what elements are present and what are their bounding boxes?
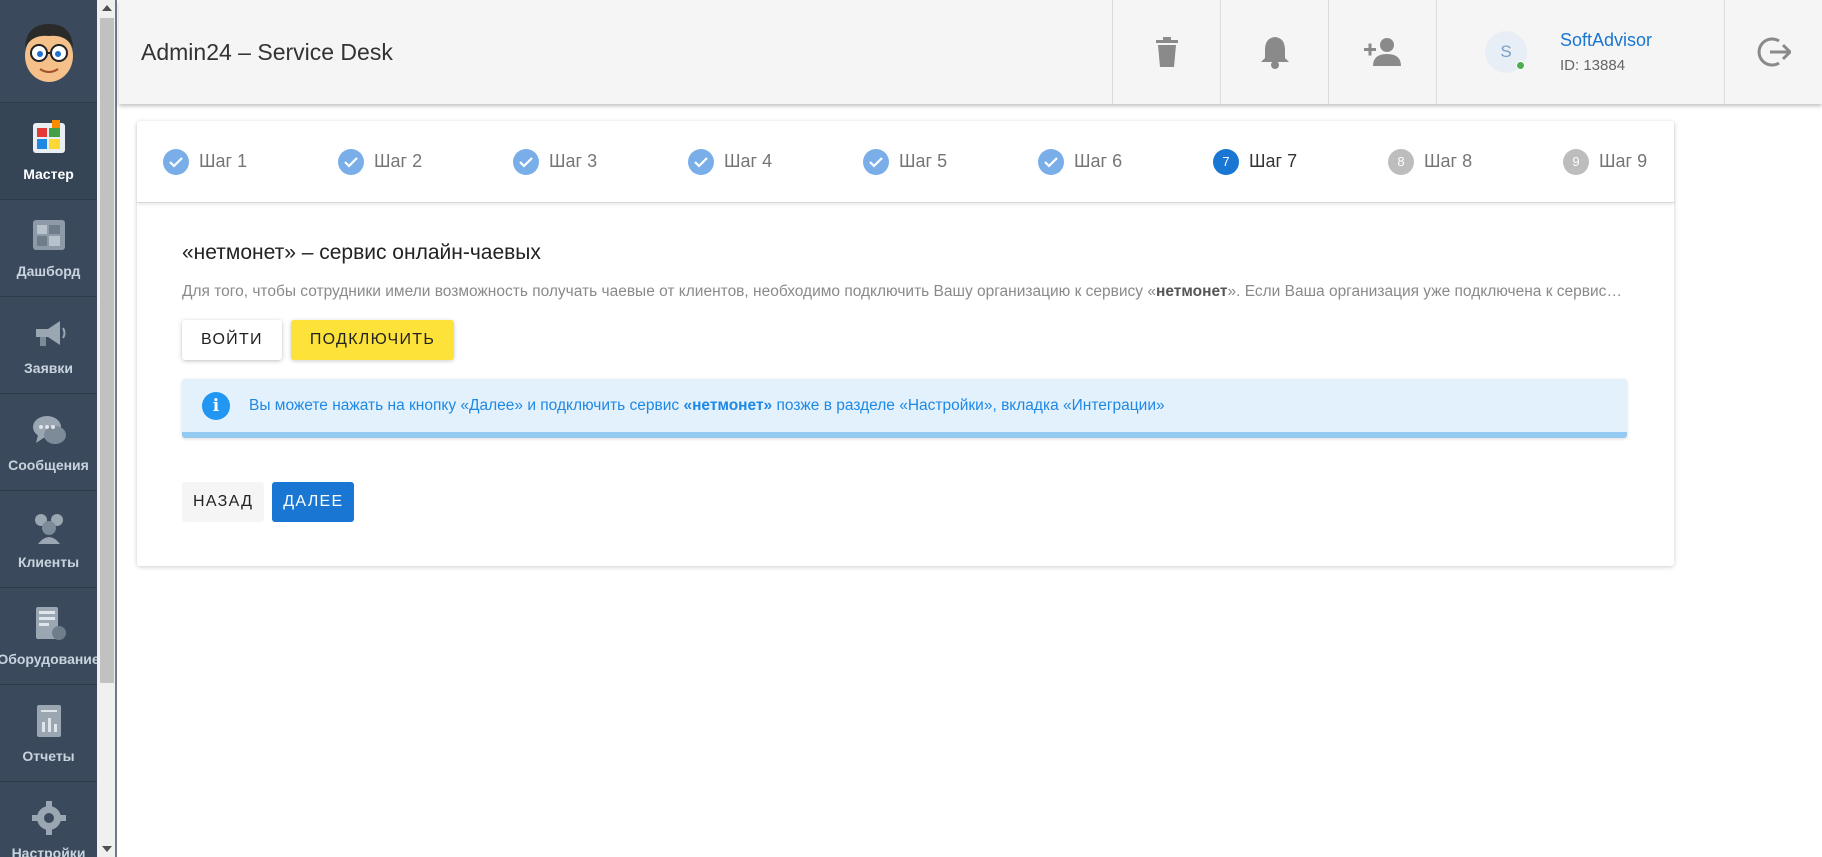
step-label: Шаг 5 bbox=[899, 151, 948, 171]
step-label: Шаг 6 bbox=[1074, 151, 1123, 171]
sidebar-item-equipment[interactable]: Оборудование bbox=[0, 588, 97, 685]
sidebar-item-label: Клиенты bbox=[17, 554, 80, 570]
user-id: ID: 13884 bbox=[1560, 57, 1626, 74]
step-label: Шаг 7 bbox=[1249, 151, 1298, 171]
scroll-up-arrow-icon[interactable] bbox=[102, 5, 112, 11]
online-status-dot bbox=[1516, 61, 1525, 70]
step-2[interactable]: Шаг 2 bbox=[338, 148, 513, 175]
step-number: 7 bbox=[1213, 148, 1239, 175]
step-3[interactable]: Шаг 3 bbox=[513, 148, 688, 175]
info-icon: i bbox=[202, 391, 230, 420]
trash-button[interactable] bbox=[1112, 0, 1220, 104]
mascot-logo-icon bbox=[24, 24, 73, 82]
sidebar-scrollbar[interactable] bbox=[97, 0, 117, 857]
check-icon bbox=[863, 148, 889, 175]
stepper: Шаг 1 Шаг 2 Шаг 3 Шаг 4 Шаг 5 Шаг 6 7 Ша… bbox=[137, 121, 1674, 203]
alert-text-bold: «нетмонет» bbox=[683, 396, 773, 414]
sidebar: Мастер Дашборд Заявки Сообщения Клиенты … bbox=[0, 0, 97, 857]
step-label: Шаг 3 bbox=[549, 151, 598, 171]
sidebar-item-label: Мастер bbox=[23, 166, 74, 182]
user-name-link[interactable]: SoftAdvisor bbox=[1560, 30, 1652, 51]
add-user-icon bbox=[1363, 38, 1401, 66]
desc-text-bold: нетмонет bbox=[1156, 283, 1228, 300]
check-icon bbox=[688, 148, 714, 175]
notifications-button[interactable] bbox=[1220, 0, 1328, 104]
check-icon bbox=[338, 148, 364, 175]
sidebar-item-label: Дашборд bbox=[16, 263, 81, 279]
step-label: Шаг 4 bbox=[724, 151, 773, 171]
clients-icon bbox=[34, 514, 63, 544]
logout-button[interactable] bbox=[1724, 0, 1822, 104]
sidebar-item-clients[interactable]: Клиенты bbox=[0, 491, 97, 588]
avatar-initial: S bbox=[1500, 42, 1512, 61]
dashboard-icon bbox=[32, 220, 65, 250]
step-content: «нетмонет» – сервис онлайн-чаевых Для то… bbox=[137, 203, 1674, 522]
step-4[interactable]: Шаг 4 bbox=[688, 148, 863, 175]
step-number: 9 bbox=[1563, 148, 1589, 175]
check-icon bbox=[163, 148, 189, 175]
wizard-icon bbox=[32, 120, 65, 153]
alert-text-post: позже в разделе «Настройки», вкладка «Ин… bbox=[772, 396, 1165, 414]
top-header: Admin24 – Service Desk S SoftAdvisor ID:… bbox=[119, 0, 1822, 104]
sidebar-item-settings[interactable]: Настройки bbox=[0, 782, 97, 857]
equipment-icon bbox=[35, 607, 66, 640]
desc-text-pre: Для того, чтобы сотрудники имели возможн… bbox=[182, 283, 1156, 300]
app-title: Admin24 – Service Desk bbox=[141, 38, 393, 65]
step-6[interactable]: Шаг 6 bbox=[1038, 148, 1213, 175]
settings-gear-icon bbox=[31, 801, 66, 835]
reports-icon bbox=[36, 705, 61, 737]
alert-text-pre: Вы можете нажать на кнопку «Далее» и под… bbox=[249, 396, 684, 414]
step-label: Шаг 8 bbox=[1424, 151, 1473, 171]
info-alert: i Вы можете нажать на кнопку «Далее» и п… bbox=[182, 379, 1627, 438]
step-label: Шаг 9 bbox=[1599, 151, 1648, 171]
step-label: Шаг 2 bbox=[374, 151, 423, 171]
login-button[interactable]: Войти bbox=[182, 320, 282, 360]
chat-icon bbox=[32, 416, 66, 444]
wizard-navigation: Назад Далее bbox=[182, 482, 1629, 522]
step-label: Шаг 1 bbox=[199, 151, 248, 171]
section-title: «нетмонет» – сервис онлайн-чаевых bbox=[182, 241, 541, 264]
back-button[interactable]: Назад bbox=[182, 482, 265, 522]
wizard-card: Шаг 1 Шаг 2 Шаг 3 Шаг 4 Шаг 5 Шаг 6 7 Ша… bbox=[137, 121, 1674, 566]
service-buttons: Войти Подключить bbox=[182, 320, 1629, 360]
sidebar-item-label: Настройки bbox=[11, 845, 86, 857]
next-button[interactable]: Далее bbox=[272, 482, 355, 522]
sidebar-item-dashboard[interactable]: Дашборд bbox=[0, 200, 97, 297]
app-logo[interactable] bbox=[0, 0, 97, 103]
section-description: Для того, чтобы сотрудники имели возможн… bbox=[182, 283, 1627, 301]
bell-icon bbox=[1260, 37, 1289, 69]
user-profile[interactable]: S SoftAdvisor ID: 13884 bbox=[1436, 0, 1724, 104]
sidebar-item-wizard[interactable]: Мастер bbox=[0, 103, 97, 200]
sidebar-item-label: Отчеты bbox=[22, 748, 75, 764]
sidebar-item-messages[interactable]: Сообщения bbox=[0, 394, 97, 491]
step-5[interactable]: Шаг 5 bbox=[863, 148, 1038, 175]
sidebar-item-reports[interactable]: Отчеты bbox=[0, 685, 97, 782]
step-1[interactable]: Шаг 1 bbox=[163, 148, 338, 175]
connect-button[interactable]: Подключить bbox=[290, 320, 455, 360]
trash-icon bbox=[1155, 37, 1178, 67]
alert-text: Вы можете нажать на кнопку «Далее» и под… bbox=[249, 397, 1165, 415]
logout-icon bbox=[1757, 37, 1791, 67]
step-7[interactable]: 7 Шаг 7 bbox=[1213, 148, 1388, 175]
scrollbar-thumb[interactable] bbox=[100, 18, 114, 683]
step-8[interactable]: 8 Шаг 8 bbox=[1388, 148, 1563, 175]
avatar[interactable]: S bbox=[1485, 31, 1527, 73]
add-user-button[interactable] bbox=[1328, 0, 1436, 104]
step-number: 8 bbox=[1388, 148, 1414, 175]
scroll-down-arrow-icon[interactable] bbox=[102, 846, 112, 852]
sidebar-item-label: Сообщения bbox=[8, 457, 89, 473]
sidebar-item-label: Заявки bbox=[24, 360, 73, 376]
sidebar-item-requests[interactable]: Заявки bbox=[0, 297, 97, 394]
sidebar-item-label: Оборудование bbox=[0, 651, 97, 667]
user-info: SoftAdvisor ID: 13884 bbox=[1560, 30, 1652, 74]
step-9[interactable]: 9 Шаг 9 bbox=[1563, 148, 1673, 175]
megaphone-icon bbox=[35, 321, 65, 346]
check-icon bbox=[513, 148, 539, 175]
desc-text-post: ». Если Ваша организация уже подключена … bbox=[1227, 283, 1627, 300]
check-icon bbox=[1038, 148, 1064, 175]
